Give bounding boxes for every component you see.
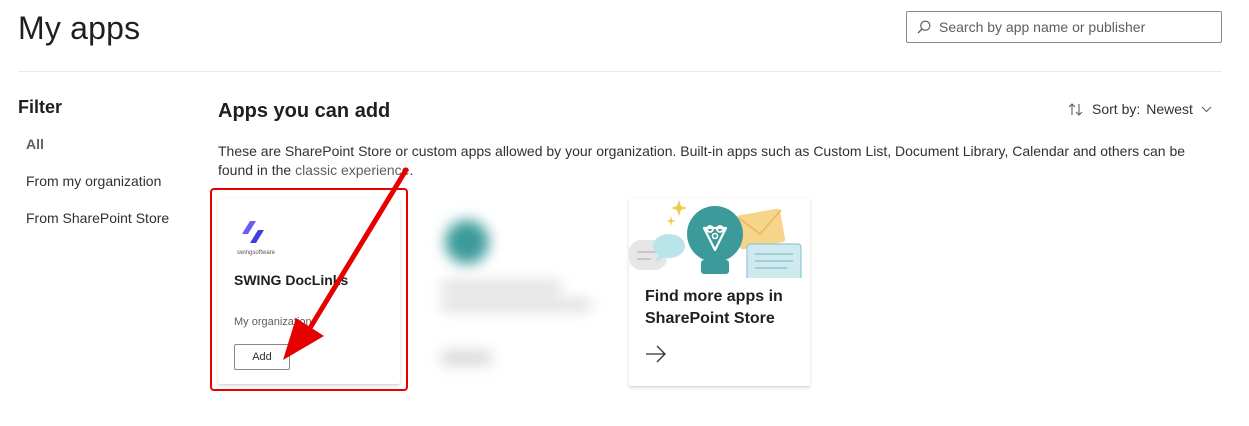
add-button[interactable]: Add (234, 344, 290, 370)
sort-icon (1068, 102, 1083, 116)
logo-text: swingsoftware (237, 250, 276, 256)
chevron-down-icon (1201, 106, 1212, 112)
search-icon (917, 20, 931, 34)
app-card-swing-doclinks[interactable]: swingsoftware SWING DocLinks My organiza… (218, 198, 400, 384)
store-card-line1: Find more apps in (645, 288, 783, 305)
blurred-app-logo (445, 220, 489, 264)
swingsoftware-logo: swingsoftware (236, 218, 280, 258)
classic-experience-link[interactable]: classic experience (295, 162, 409, 178)
search-box[interactable] (906, 11, 1222, 43)
blurred-line (441, 300, 591, 310)
store-illustration (629, 200, 802, 278)
sort-label: Sort by: (1092, 101, 1141, 117)
filter-item-sharepoint-store[interactable]: From SharePoint Store (26, 210, 169, 226)
section-title: Apps you can add (218, 100, 391, 122)
arrow-right-icon[interactable] (645, 344, 667, 364)
header-divider (18, 71, 1222, 72)
filter-item-my-organization[interactable]: From my organization (26, 173, 161, 189)
filter-item-all[interactable]: All (26, 136, 44, 152)
blurred-app-card (419, 186, 611, 391)
description-end: . (409, 162, 414, 178)
sort-value: Newest (1146, 101, 1193, 117)
search-input[interactable] (939, 19, 1199, 35)
store-card-line2: SharePoint Store (645, 310, 775, 327)
sort-dropdown[interactable]: Sort by: Newest (1068, 101, 1212, 117)
filter-heading: Filter (18, 97, 63, 117)
page-title: My apps (18, 10, 141, 46)
blurred-line (441, 282, 561, 292)
description: These are SharePoint Store or custom app… (218, 142, 1218, 180)
blurred-line (441, 351, 491, 365)
annotation-arrow-icon (283, 167, 409, 360)
find-more-apps-card[interactable]: Find more apps in SharePoint Store (629, 198, 810, 386)
store-card-text: Find more apps in SharePoint Store (645, 286, 800, 330)
app-name: SWING DocLinks (234, 272, 349, 288)
app-publisher: My organization (234, 316, 312, 328)
